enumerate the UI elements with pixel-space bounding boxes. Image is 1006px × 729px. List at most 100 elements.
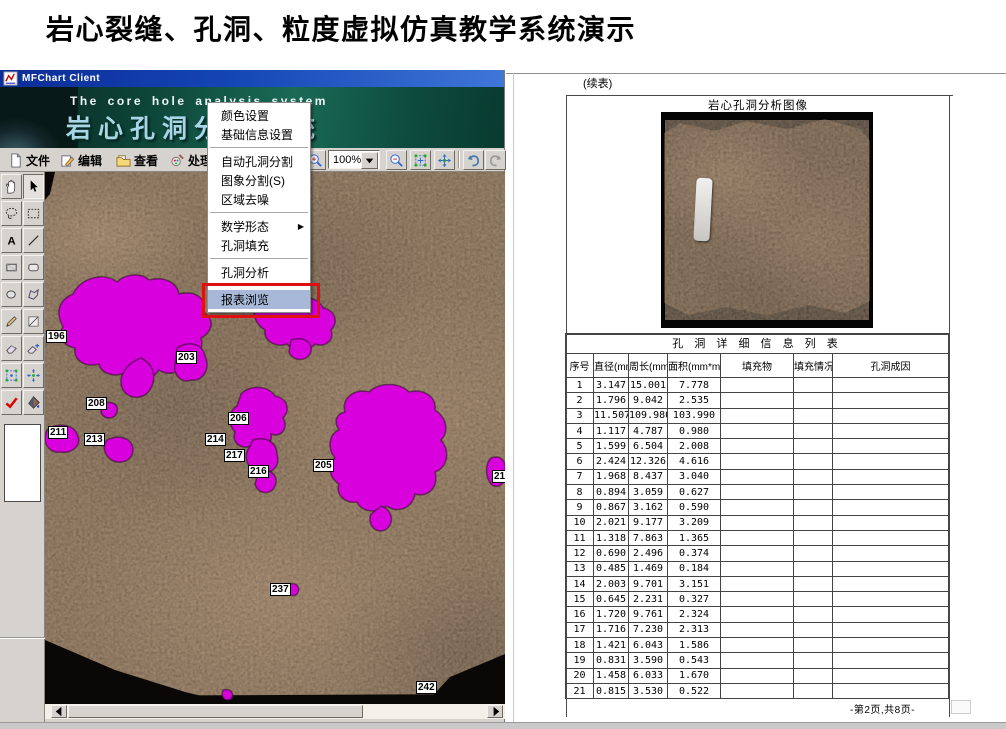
table-row: 90.8673.1620.590	[566, 500, 949, 515]
hole-label-21: 21	[492, 470, 505, 483]
table-cell: 3.059	[629, 485, 668, 500]
table-cell: 16	[566, 607, 594, 622]
menu-item-数学形态[interactable]: 数学形态▶	[208, 217, 310, 236]
table-cell: 8.437	[629, 469, 668, 484]
distribute-icon	[26, 368, 41, 383]
tool-rounded-rect[interactable]	[23, 255, 44, 280]
table-cell: 109.980	[629, 408, 668, 423]
table-row: 80.8943.0590.627	[566, 485, 949, 500]
tool-hand[interactable]	[1, 174, 22, 199]
tool-cursor[interactable]	[23, 174, 44, 199]
cursor-icon	[26, 179, 41, 194]
table-cell: 1.586	[668, 638, 721, 653]
table-cell	[833, 592, 949, 607]
menu-item-孔洞分析[interactable]: 孔洞分析	[208, 263, 310, 282]
tool-eraser[interactable]	[1, 336, 22, 361]
menu-edit[interactable]: 编辑	[56, 150, 106, 170]
table-cell: 0.522	[668, 683, 721, 698]
table-cell: 1	[566, 378, 594, 393]
menu-item-孔洞填充[interactable]: 孔洞填充	[208, 236, 310, 255]
table-cell	[833, 653, 949, 668]
tool-distribute[interactable]	[23, 363, 44, 388]
tool-fill[interactable]	[23, 390, 44, 415]
scroll-left-button[interactable]	[51, 705, 67, 718]
table-cell: 9.042	[629, 393, 668, 408]
table-cell: 0.374	[668, 546, 721, 561]
tool-line[interactable]	[23, 228, 44, 253]
table-row: 71.9688.4373.040	[566, 469, 949, 484]
tool-lasso[interactable]	[1, 201, 22, 226]
table-title: 孔 洞 详 细 信 息 列 表	[565, 333, 949, 354]
table-cell	[833, 454, 949, 469]
table-cell: 6.043	[629, 638, 668, 653]
undo-button[interactable]	[463, 150, 484, 170]
table-row: 161.7209.7612.324	[566, 607, 949, 622]
zoom-out-button[interactable]	[386, 150, 407, 170]
table-cell: 0.627	[668, 485, 721, 500]
scroll-left-icon	[52, 704, 67, 719]
tool-confirm[interactable]	[1, 390, 22, 415]
table-cell: 2.535	[668, 393, 721, 408]
table-cell	[794, 485, 833, 500]
table-cell: 3.590	[629, 653, 668, 668]
table-cell: 8	[566, 485, 594, 500]
zoom-level-combobox[interactable]: 100%	[328, 150, 380, 169]
tool-diagonal[interactable]	[23, 309, 44, 334]
menu-item-label: 孔洞分析	[221, 264, 269, 281]
table-cell: 7.863	[629, 530, 668, 545]
menu-item-图象分割(S)[interactable]: 图象分割(S)	[208, 171, 310, 190]
table-cell: 9	[566, 500, 594, 515]
window-titlebar[interactable]: MFChart Client	[0, 70, 504, 87]
table-cell: 3.209	[668, 515, 721, 530]
menu-file[interactable]: 文件	[4, 150, 54, 170]
horizontal-scrollbar[interactable]	[45, 704, 505, 719]
table-cell: 18	[566, 638, 594, 653]
table-cell: 0.867	[594, 500, 629, 515]
table-row: 51.5996.5042.008	[566, 439, 949, 454]
table-row: 181.4216.0431.586	[566, 638, 949, 653]
rounded-rect-icon	[26, 260, 41, 275]
tool-polygon[interactable]	[23, 282, 44, 307]
scroll-right-button[interactable]	[487, 705, 503, 718]
table-cell: 0.894	[594, 485, 629, 500]
tool-text[interactable]: A	[1, 228, 22, 253]
table-cell	[794, 423, 833, 438]
table-cell: 10	[566, 515, 594, 530]
tool-rect-select[interactable]	[23, 201, 44, 226]
table-cell: 1.796	[594, 393, 629, 408]
table-cell	[833, 638, 949, 653]
tool-transform[interactable]	[1, 363, 22, 388]
tool-rect[interactable]	[1, 255, 22, 280]
table-cell	[721, 454, 794, 469]
menu-item-基础信息设置[interactable]: 基础信息设置	[208, 125, 310, 144]
table-cell: 1.117	[594, 423, 629, 438]
table-cell: 2.496	[629, 546, 668, 561]
table-cell	[833, 408, 949, 423]
report-rock-texture	[661, 112, 873, 328]
combobox-arrow[interactable]	[361, 152, 378, 169]
menu-item-自动孔洞分割[interactable]: 自动孔洞分割	[208, 152, 310, 171]
table-col-header: 填充物	[721, 354, 794, 378]
bottom-strip	[0, 722, 1006, 729]
table-cell	[794, 607, 833, 622]
table-cell	[794, 454, 833, 469]
fit-view-button[interactable]	[410, 150, 431, 170]
table-cell: 13	[566, 561, 594, 576]
table-cell	[833, 607, 949, 622]
table-cell	[794, 469, 833, 484]
polygon-icon	[26, 287, 41, 302]
tool-ellipse[interactable]	[1, 282, 22, 307]
menu-item-颜色设置[interactable]: 颜色设置	[208, 106, 310, 125]
menu-item-区域去噪[interactable]: 区域去噪	[208, 190, 310, 209]
redo-button[interactable]	[485, 150, 506, 170]
menu-separator	[208, 255, 310, 263]
scrollbar-thumb[interactable]	[68, 705, 363, 718]
table-cell: 7	[566, 469, 594, 484]
table-cell	[794, 408, 833, 423]
table-col-header: 周长(mm)	[629, 354, 668, 378]
tool-pencil[interactable]	[1, 309, 22, 334]
pan-view-button[interactable]	[434, 150, 455, 170]
menu-view[interactable]: 查看	[112, 150, 162, 170]
table-cell: 0.543	[668, 653, 721, 668]
tool-eraser-plus[interactable]	[23, 336, 44, 361]
